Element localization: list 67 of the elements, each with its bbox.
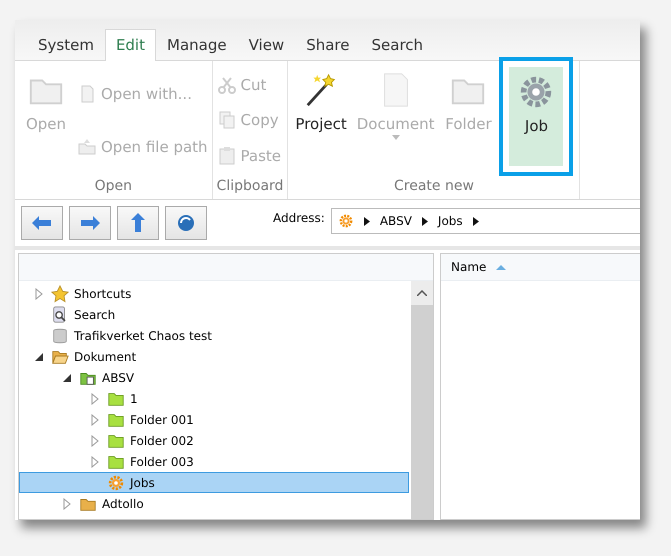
- collapse-arrow-icon[interactable]: [35, 352, 43, 360]
- breadcrumb-arrow-icon[interactable]: [422, 216, 428, 226]
- address-bar[interactable]: ABSV Jobs: [330, 208, 640, 234]
- database-icon: [51, 326, 69, 344]
- tree-item-label: Shortcuts: [74, 286, 132, 300]
- breadcrumb-arrow-icon[interactable]: [364, 216, 370, 226]
- expand-arrow-icon[interactable]: [91, 434, 99, 446]
- gear-icon: [338, 213, 354, 229]
- tree-item[interactable]: Jobs: [19, 472, 409, 493]
- scrollbar[interactable]: [411, 281, 433, 519]
- ribbon-tab[interactable]: Search: [360, 29, 434, 61]
- tree-item-label: Jobs: [130, 476, 155, 490]
- tree-item-label: Search: [74, 308, 116, 322]
- expand-arrow-icon[interactable]: [63, 498, 71, 510]
- copy-icon: [216, 110, 237, 130]
- breadcrumb-item[interactable]: Jobs: [438, 214, 463, 228]
- ribbon-group-title: Create new: [392, 177, 475, 196]
- folder-icon: [77, 137, 97, 158]
- ribbon-tab[interactable]: Manage: [156, 29, 238, 61]
- up-arrow-icon: [131, 213, 145, 233]
- ribbon-button[interactable]: Project: [292, 65, 350, 176]
- breadcrumb-arrow-icon[interactable]: [472, 216, 479, 226]
- tree-item[interactable]: Folder 003: [19, 451, 409, 472]
- ribbon-tab[interactable]: Share: [295, 29, 360, 61]
- tree-item-label: Folder 001: [130, 412, 194, 426]
- tree-item[interactable]: Trafikverket Chaos test: [19, 325, 409, 346]
- tree-item-label: Dokument: [74, 350, 136, 364]
- expand-arrow-icon[interactable]: [91, 456, 99, 468]
- back-button[interactable]: [21, 206, 63, 240]
- tree-item-label: 1: [130, 392, 138, 406]
- clipboard-icon: [216, 146, 237, 166]
- column-header[interactable]: Name: [451, 260, 486, 274]
- tree-item[interactable]: Search: [19, 304, 409, 325]
- tree-item-label: Folder 003: [130, 454, 194, 468]
- tree-item[interactable]: Folder 001: [19, 409, 409, 430]
- tree-item[interactable]: 1: [19, 388, 409, 409]
- scroll-up-icon[interactable]: [417, 290, 427, 296]
- tree-item[interactable]: ABSV: [19, 367, 409, 388]
- refresh-button[interactable]: [165, 206, 207, 240]
- tree-item[interactable]: Adtollo: [19, 493, 409, 514]
- tree-item[interactable]: Folder 002: [19, 430, 409, 451]
- tree-item[interactable]: Dokument: [19, 346, 409, 367]
- tree-item-label: Trafikverket Chaos test: [74, 328, 212, 342]
- gear-icon: [107, 474, 125, 492]
- star-icon: [51, 284, 69, 302]
- ribbon-group-title: Open: [94, 177, 133, 196]
- tree-item-label: ABSV: [102, 370, 134, 384]
- expand-arrow-icon[interactable]: [91, 414, 99, 426]
- up-button[interactable]: [117, 206, 159, 240]
- back-arrow-icon: [32, 216, 52, 230]
- expand-arrow-icon[interactable]: [91, 392, 99, 404]
- tree-item-label: Adtollo: [102, 496, 144, 510]
- ribbon-group-title: Clipboard: [216, 177, 284, 196]
- ribbon-tab[interactable]: Edit: [104, 29, 156, 61]
- forward-button[interactable]: [69, 206, 111, 240]
- forward-arrow-icon: [80, 216, 100, 230]
- refresh-icon: [176, 213, 196, 233]
- collapse-arrow-icon[interactable]: [63, 374, 71, 382]
- ribbon-button[interactable]: Job: [509, 67, 564, 166]
- tree-item-label: Folder 002: [130, 434, 194, 448]
- tree-item[interactable]: Shortcuts: [19, 283, 409, 304]
- expand-arrow-icon[interactable]: [35, 288, 43, 300]
- ribbon-tab[interactable]: System: [27, 29, 105, 61]
- address-label: Address:: [273, 211, 325, 225]
- scissors-icon: [216, 74, 237, 95]
- ribbon-tab[interactable]: View: [238, 29, 296, 61]
- breadcrumb-item[interactable]: ABSV: [380, 214, 412, 228]
